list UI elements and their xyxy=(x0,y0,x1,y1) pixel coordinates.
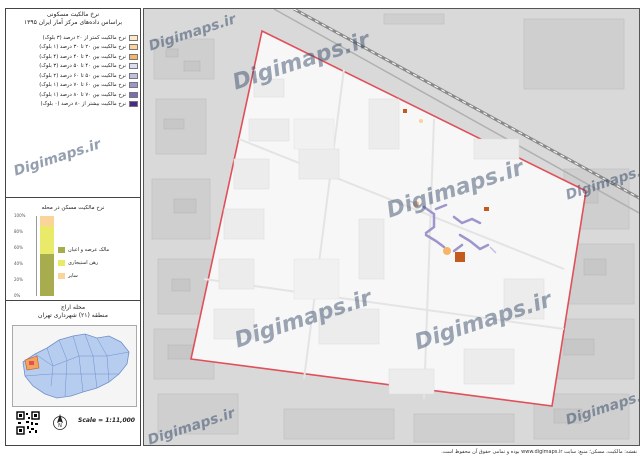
y-tick-label: 100% xyxy=(14,213,26,218)
legend-swatch xyxy=(129,101,138,108)
chart-title: نرخ مالکیت مسکن در محله xyxy=(41,205,105,211)
legend-item: نرخ مالکیت بین ۵۰ تا ۶۰ درصد (۲ بلوک) xyxy=(10,71,138,81)
legend-item: نرخ مالکیت بین ۶۰ تا ۷۰ درصد (۱ بلوک) xyxy=(10,81,138,91)
y-tick-label: 60% xyxy=(14,245,23,250)
bar-segment xyxy=(40,254,54,296)
legend-swatch xyxy=(129,34,138,41)
svg-text:N: N xyxy=(58,423,62,429)
chart-legend-item: سایر xyxy=(58,273,138,279)
tehran-districts-map xyxy=(22,333,130,399)
footer-note: نقشه: مالکیت، مسکن؛ منبع: سایت www.digim… xyxy=(441,449,637,455)
legend-item-label: نرخ مالکیت بیشتر از ۸۰ درصد (۰ بلوک) xyxy=(40,101,126,108)
chart-legend-swatch xyxy=(58,273,65,279)
chart-legend-item: رهن استیجاری xyxy=(58,260,138,266)
legend-item-label: نرخ مالکیت بین ۶۰ تا ۷۰ درصد (۱ بلوک) xyxy=(39,82,126,89)
chart-legend-label: مالک عرصه و اعیان xyxy=(68,247,110,253)
legend-item-label: نرخ مالکیت کمتر از ۲۰ درصد (۳ بلوک) xyxy=(42,34,126,41)
qr-code-graphic xyxy=(16,411,40,435)
stacked-bar-chart xyxy=(36,216,54,296)
legend-title-line2: براساس داده‌های مرکز آمار ایران ۱۳۹۵ xyxy=(23,19,123,26)
legend-item: نرخ مالکیت بیشتر از ۸۰ درصد (۰ بلوک) xyxy=(10,100,138,110)
neighborhood-name: محله اراج xyxy=(60,304,86,311)
bar-segment xyxy=(40,216,54,226)
locator-minimap xyxy=(12,325,137,407)
map-scale: Scale = 1:11,000 xyxy=(78,417,135,424)
location-title: محله اراج منطقه (۲۱) شهرداری تهران xyxy=(6,304,140,320)
bar-segment xyxy=(40,225,54,255)
divider xyxy=(6,300,140,301)
north-arrow-icon: N xyxy=(52,413,68,431)
basemap xyxy=(144,9,639,445)
legend-item-label: نرخ مالکیت بین ۴۰ تا ۵۰ درصد (۳ بلوک) xyxy=(39,63,126,70)
legend-title-line1: نرخ مالکیت مسکونی xyxy=(46,11,100,18)
legend-item-label: نرخ مالکیت بین ۵۰ تا ۶۰ درصد (۲ بلوک) xyxy=(39,72,126,79)
y-tick-label: 40% xyxy=(14,261,23,266)
y-tick-label: 80% xyxy=(14,229,23,234)
legend-panel: نرخ مالکیت مسکونی براساس داده‌های مرکز آ… xyxy=(5,8,141,446)
divider xyxy=(6,197,140,198)
legend-item: نرخ مالکیت بین ۲۰ تا ۳۰ درصد (۱ بلوک) xyxy=(10,43,138,53)
map-credit xyxy=(14,446,15,450)
legend-item: نرخ مالکیت بین ۳۰ تا ۴۰ درصد (۴ بلوک) xyxy=(10,52,138,62)
legend-swatch xyxy=(129,91,138,98)
legend-item-label: نرخ مالکیت بین ۳۰ تا ۴۰ درصد (۴ بلوک) xyxy=(39,53,126,60)
chart-legend-swatch xyxy=(58,260,65,266)
chart-legend-label: سایر xyxy=(68,273,78,279)
legend-item: نرخ مالکیت بین ۴۰ تا ۵۰ درصد (۳ بلوک) xyxy=(10,62,138,72)
legend-list: نرخ مالکیت کمتر از ۲۰ درصد (۳ بلوک) نرخ … xyxy=(10,33,138,109)
chart-legend-item: مالک عرصه و اعیان xyxy=(58,247,138,253)
legend-swatch xyxy=(129,72,138,79)
legend-swatch xyxy=(129,44,138,51)
legend-item: نرخ مالکیت بین ۷۰ تا ۸۰ درصد (۱ بلوک) xyxy=(10,90,138,100)
chart-legend-swatch xyxy=(58,247,65,253)
legend-item-label: نرخ مالکیت بین ۷۰ تا ۸۰ درصد (۱ بلوک) xyxy=(39,91,126,98)
legend-item: نرخ مالکیت کمتر از ۲۰ درصد (۳ بلوک) xyxy=(10,33,138,43)
legend-title: نرخ مالکیت مسکونی براساس داده‌های مرکز آ… xyxy=(6,11,140,27)
qr-code xyxy=(16,411,40,435)
map-frame: Digimaps.ir Digimaps.ir Digimaps.ir Digi… xyxy=(143,8,640,446)
legend-swatch xyxy=(129,63,138,70)
legend-swatch xyxy=(129,53,138,60)
legend-swatch xyxy=(129,82,138,89)
y-tick-label: 0% xyxy=(14,293,21,298)
district-name: منطقه (۲۱) شهرداری تهران xyxy=(38,312,108,319)
legend-item-label: نرخ مالکیت بین ۲۰ تا ۳۰ درصد (۱ بلوک) xyxy=(39,44,126,51)
chart-legend-label: رهن استیجاری xyxy=(68,260,99,266)
y-tick-label: 20% xyxy=(14,277,23,282)
